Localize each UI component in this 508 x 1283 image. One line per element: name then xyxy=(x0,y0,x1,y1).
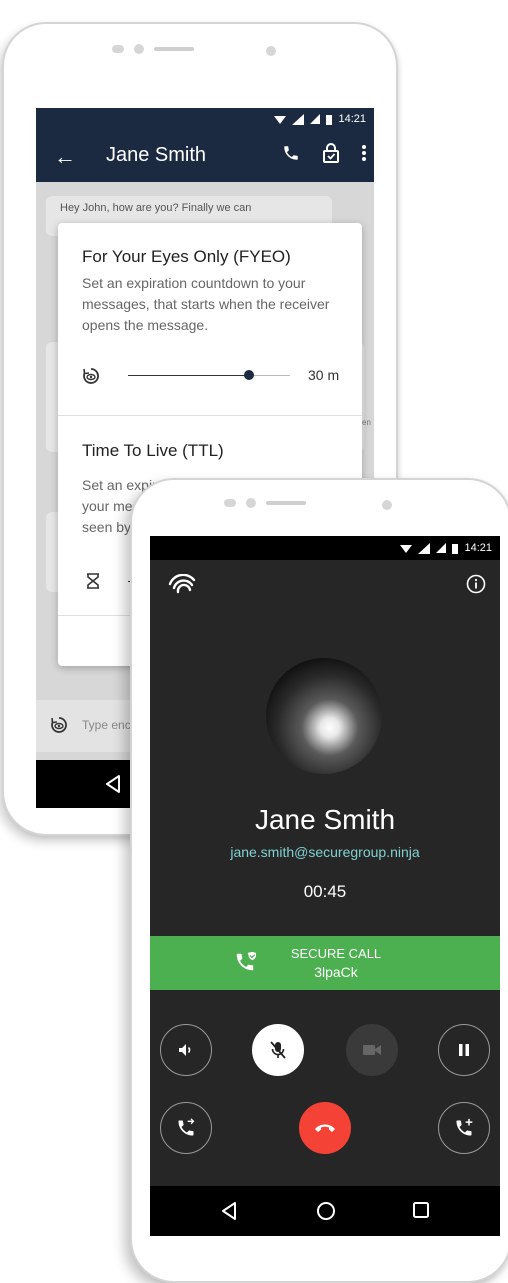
front-camera xyxy=(266,46,276,56)
speaker-grill xyxy=(224,498,306,508)
fyeo-value: 30 m xyxy=(308,367,340,383)
call-timer: 00:45 xyxy=(303,882,347,901)
speaker-dot xyxy=(224,499,236,507)
video-camera-icon xyxy=(363,1045,381,1055)
video-button[interactable] xyxy=(346,1024,398,1076)
front-phone: 14:21 Jane Smith jane.smith@securegroup.… xyxy=(130,478,508,1283)
earpiece xyxy=(266,501,306,505)
call-transfer-icon xyxy=(178,1118,195,1136)
nav-back-icon[interactable] xyxy=(104,774,122,794)
contact-name: Jane Smith xyxy=(254,804,396,835)
navigation-bar xyxy=(150,1186,500,1236)
secure-call-label: SECURE CALL xyxy=(290,946,382,961)
lock-check-icon[interactable] xyxy=(322,143,340,163)
status-time: 14:21 xyxy=(464,542,492,554)
wifi-icon xyxy=(274,116,287,124)
nav-back-icon[interactable] xyxy=(220,1201,238,1221)
app-bar: ← Jane Smith xyxy=(36,130,374,182)
composer-placeholder: Type enc xyxy=(82,718,131,732)
pause-icon xyxy=(459,1044,469,1056)
conversation-title: Jane Smith xyxy=(106,144,207,166)
status-bar: 14:21 xyxy=(150,536,500,560)
fyeo-slider-thumb[interactable] xyxy=(244,370,254,380)
nav-home-icon[interactable] xyxy=(316,1201,336,1221)
speaker-button[interactable] xyxy=(160,1024,212,1076)
speaker-dot xyxy=(112,45,124,53)
timer-eye-icon xyxy=(83,368,99,384)
phone-call-icon[interactable] xyxy=(282,144,300,162)
sensor-dot xyxy=(246,498,256,508)
earpiece xyxy=(154,47,194,51)
secure-call-banner: SECURE CALL 3lpaCk xyxy=(150,936,500,990)
fyeo-slider-track[interactable] xyxy=(128,375,248,376)
message-preview: Hey John, how are you? Finally we can xyxy=(60,202,252,214)
fyeo-slider-rest[interactable] xyxy=(254,375,290,376)
connection-quality-icon xyxy=(168,574,196,594)
info-icon[interactable] xyxy=(466,574,486,594)
status-bar: 14:21 xyxy=(36,108,374,130)
sensor-dot xyxy=(134,44,144,54)
speaker-grill xyxy=(112,44,194,54)
battery-icon xyxy=(452,543,459,554)
nav-recents-icon[interactable] xyxy=(412,1201,430,1219)
add-call-icon xyxy=(456,1118,473,1136)
speaker-icon xyxy=(179,1044,191,1056)
contact-avatar xyxy=(266,658,382,774)
mute-button[interactable] xyxy=(252,1024,304,1076)
signal-icon xyxy=(436,543,447,553)
call-screen: 14:21 Jane Smith jane.smith@securegroup.… xyxy=(150,536,500,1236)
back-arrow-icon[interactable]: ← xyxy=(54,144,76,170)
section-divider xyxy=(58,415,362,416)
contact-email: jane.smith@securegroup.ninja xyxy=(230,844,420,860)
front-camera xyxy=(382,500,392,510)
transfer-call-button[interactable] xyxy=(160,1102,212,1154)
secure-call-code: 3lpaCk xyxy=(314,964,358,980)
fyeo-title: For Your Eyes Only (FYEO) xyxy=(82,247,291,266)
battery-icon xyxy=(326,114,333,125)
secure-phone-icon xyxy=(236,951,256,971)
signal-icon xyxy=(310,114,321,124)
wifi-icon xyxy=(400,545,413,553)
message-meta: en xyxy=(362,418,371,427)
hang-up-icon xyxy=(315,1124,335,1132)
fyeo-description: Set an expiration countdown to your mess… xyxy=(82,275,330,333)
hourglass-icon xyxy=(87,573,99,589)
ttl-title: Time To Live (TTL) xyxy=(82,441,224,460)
signal-shield-icon xyxy=(292,113,305,125)
timer-eye-icon[interactable] xyxy=(50,716,68,734)
status-time: 14:21 xyxy=(338,113,366,125)
mic-off-icon xyxy=(270,1041,286,1059)
more-vert-icon[interactable] xyxy=(362,144,366,162)
add-call-button[interactable] xyxy=(438,1102,490,1154)
signal-shield-icon xyxy=(418,542,431,554)
hold-button[interactable] xyxy=(438,1024,490,1076)
end-call-button[interactable] xyxy=(299,1102,351,1154)
